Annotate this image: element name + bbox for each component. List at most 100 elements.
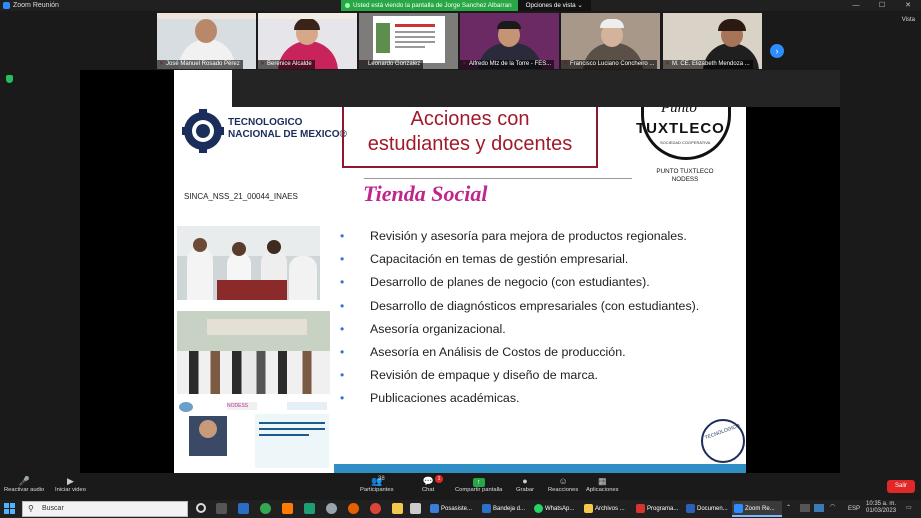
pdf-icon [636, 504, 645, 513]
partner-logo-text: TUXTLECO [636, 120, 725, 137]
participant-tile[interactable]: ✕ Francisco Luciano Concheiro ... [561, 13, 660, 69]
overlay-bar [232, 70, 840, 107]
shared-screen-area: TECNOLOGICO NACIONAL DE MEXICO® Acciones… [0, 70, 921, 473]
language-indicator[interactable]: ESP [848, 506, 860, 513]
wifi-icon[interactable]: ◠ [830, 504, 835, 511]
search-icon: ⚲ [28, 504, 34, 513]
poster-thumbnail: NODESS [177, 400, 331, 470]
taskbar-app[interactable]: Archivos ... [582, 501, 634, 517]
reactions-icon: ☺ [558, 476, 568, 486]
meeting-toolbar: 🎤 Reactivar audio ▶ Iniciar video 👥 38 P… [0, 473, 921, 500]
document-code: SINCA_NSS_21_00044_INAES [184, 192, 298, 201]
taskbar-app-label: Archivos ... [595, 506, 625, 512]
organization-name: TECNOLOGICO NACIONAL DE MEXICO® [228, 117, 347, 140]
taskbar-app[interactable]: Programa... [634, 501, 684, 517]
tray-chevron-icon[interactable]: ⌃ [786, 505, 791, 512]
illustrator-icon[interactable] [282, 503, 293, 514]
apps-icon: ▦ [598, 476, 607, 486]
share-screen-label: Compartir pantalla [455, 487, 503, 493]
stamp-text: TECNOLOGICO [704, 422, 741, 442]
taskbar-app-label: WhatsAp... [545, 506, 575, 512]
chat-label: Chat [422, 487, 435, 493]
window-title: Zoom Reunión [13, 2, 59, 9]
tecnm-logo-icon [182, 109, 224, 153]
windows-start-icon[interactable] [4, 503, 16, 515]
taskbar-app-active[interactable]: Zoom Re... [732, 501, 782, 517]
group-photo [177, 311, 330, 394]
participant-name: M. CE. Elizabeth Mendoza ... [663, 60, 753, 69]
presentation-slide: TECNOLOGICO NACIONAL DE MEXICO® Acciones… [174, 70, 746, 473]
taskbar-app[interactable]: Documen... [684, 501, 732, 517]
store-icon[interactable] [410, 503, 421, 514]
muted-mic-icon: 🎤 [18, 476, 30, 486]
taskbar-app-label: Zoom Re... [745, 506, 775, 512]
record-button[interactable]: ● Grabar [516, 476, 534, 493]
edge-icon[interactable] [238, 503, 249, 514]
participant-name: Alfredo Mtz de la Torre - FES... [460, 60, 555, 69]
participant-tile[interactable]: ✕ Leonardo Gonzalez [359, 13, 458, 69]
record-icon: ● [522, 476, 528, 486]
firefox-icon[interactable] [348, 503, 359, 514]
mail-icon [482, 504, 491, 513]
cortana-icon[interactable] [196, 503, 206, 513]
participant-name: José Manuel Rosado Pérez [157, 60, 243, 69]
whatsapp-icon [534, 504, 543, 513]
app-icon[interactable] [304, 503, 315, 514]
bullet-item: Desarrollo de diagnósticos empresariales… [340, 295, 699, 318]
unmute-label: Reactivar audio [4, 487, 45, 493]
task-view-icon[interactable] [216, 503, 227, 514]
close-icon[interactable]: ✕ [895, 0, 921, 11]
zoom-window: Zoom Reunión — ☐ ✕ Usted está viendo la … [0, 0, 921, 518]
taskbar-clock[interactable]: 10:35 a. m. 01/03/2023 [866, 501, 896, 515]
taskbar-app-label: Documen... [697, 506, 728, 512]
unmute-button[interactable]: 🎤 Reactivar audio [4, 476, 44, 493]
start-video-button[interactable]: ▶ Iniciar video [55, 476, 86, 493]
taskbar-search-input[interactable]: ⚲ Buscar [22, 501, 188, 517]
reactions-label: Reacciones [548, 487, 579, 493]
start-video-label: Iniciar video [55, 487, 86, 493]
app-icon[interactable] [326, 503, 337, 514]
tray-app-icon[interactable] [814, 504, 824, 512]
maximize-icon[interactable]: ☐ [869, 0, 895, 11]
taskbar-app[interactable]: WhatsAp... [532, 501, 582, 517]
next-page-icon[interactable]: › [770, 44, 784, 58]
participant-tile[interactable]: ✕ M. CE. Elizabeth Mendoza ... [663, 13, 762, 69]
leave-button[interactable]: Salir [887, 480, 915, 493]
workshop-photo [177, 226, 320, 300]
taskbar-app[interactable]: Bandeja d... [480, 501, 532, 517]
tray-app-icon[interactable] [800, 504, 810, 512]
reactions-button[interactable]: ☺ Reacciones [548, 476, 578, 493]
view-button[interactable]: Vista [902, 17, 915, 23]
minimize-icon[interactable]: — [843, 0, 869, 11]
participant-tile[interactable]: ✕ Alfredo Mtz de la Torre - FES... [460, 13, 559, 69]
taskbar-app-label: Posasiste... [441, 506, 473, 512]
share-banner: Usted está viendo la pantalla de Jorge S… [341, 0, 591, 11]
share-screen-button[interactable]: ↑ Compartir pantalla [455, 476, 502, 493]
view-options-button[interactable]: Opciones de vista ⌄ [517, 0, 591, 11]
record-label: Grabar [516, 487, 535, 493]
chrome-icon[interactable] [260, 503, 271, 514]
participant-tile[interactable]: ✕ Berenice Alcalde [258, 13, 357, 69]
chrome-icon[interactable] [370, 503, 381, 514]
taskbar-app[interactable]: Posasiste... [428, 501, 480, 517]
apps-button[interactable]: ▦ Aplicaciones [586, 476, 619, 493]
security-shield-icon [6, 75, 13, 83]
bullet-item: Desarrollo de planes de negocio (con est… [340, 271, 699, 294]
chat-button[interactable]: 💬 1 Chat [422, 475, 443, 493]
slide-title: Acciones con estudiantes y docentes [367, 108, 573, 155]
slide-footer-stripe [334, 464, 746, 473]
nodess-label: NODESS [227, 402, 257, 410]
file-explorer-icon[interactable] [392, 503, 403, 514]
participant-tile[interactable]: ✕ José Manuel Rosado Pérez [157, 13, 256, 69]
participants-count: 38 [378, 476, 385, 482]
bullet-item: Publicaciones académicas. [340, 387, 699, 410]
taskbar-app-label: Programa... [647, 506, 679, 512]
bullet-item: Asesoría en Análisis de Costos de produc… [340, 341, 699, 364]
video-off-icon: ▶ [67, 476, 74, 486]
notifications-icon[interactable]: ▭ [906, 505, 912, 512]
slide-divider [364, 178, 632, 179]
participants-button[interactable]: 👥 38 Participantes [360, 476, 394, 493]
participant-name: Berenice Alcalde [258, 60, 315, 69]
word-icon [686, 504, 695, 513]
clock-date: 01/03/2023 [866, 508, 897, 514]
